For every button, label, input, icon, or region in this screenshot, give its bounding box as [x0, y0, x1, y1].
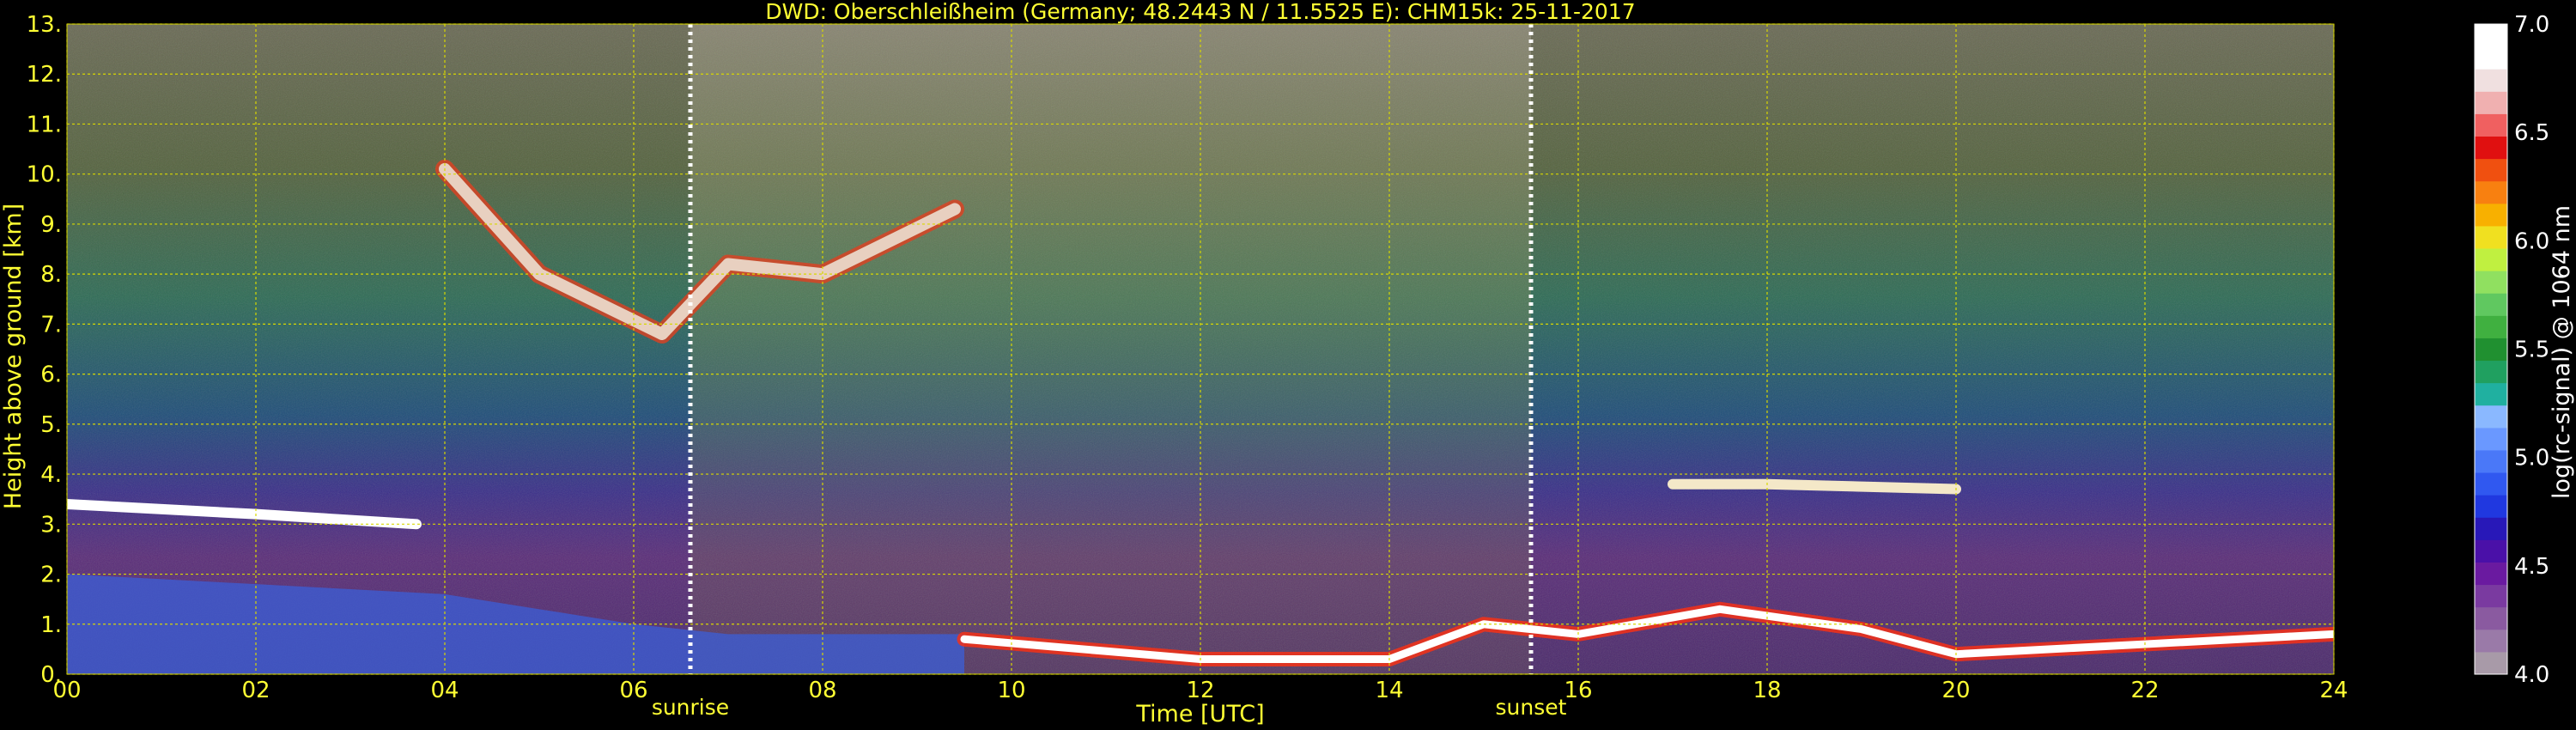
x-tick-label: 18	[1753, 678, 1781, 703]
colorbar: 4.0 4.5 5.0 5.5 6.0 6.5 7.0	[2474, 12, 2549, 688]
colorbar-swatch	[2475, 24, 2507, 47]
colorbar-swatch	[2475, 69, 2507, 92]
colorbar-swatch	[2475, 562, 2507, 586]
x-tick-label: 08	[808, 678, 836, 703]
colorbar-label: log(rc-signal) @ 1064 nm	[2549, 205, 2575, 499]
y-tick-label: 10.	[27, 162, 62, 188]
colorbar-swatch	[2475, 315, 2507, 338]
colorbar-swatch	[2475, 113, 2507, 137]
colorbar-swatch	[2475, 405, 2507, 429]
colorbar-swatch	[2475, 606, 2507, 630]
y-tick-label: 8.	[40, 262, 62, 288]
y-tick-label: 12.	[27, 62, 62, 88]
y-tick-label: 3.	[40, 512, 62, 538]
colorbar-tick-label: 5.0	[2514, 446, 2549, 471]
colorbar-swatch	[2475, 180, 2507, 204]
colorbar-swatch	[2475, 248, 2507, 271]
colorbar-swatch	[2475, 472, 2507, 496]
colorbar-swatch	[2475, 271, 2507, 294]
colorbar-swatch	[2475, 629, 2507, 653]
x-tick-label: 00	[52, 678, 81, 703]
sunrise-label: sunrise	[652, 695, 729, 720]
x-tick-labels: 00 02 04 06 08 10 12 14 16 18 20 22 24	[52, 678, 2348, 703]
y-tick-label: 5.	[40, 412, 62, 438]
x-tick-label: 04	[430, 678, 459, 703]
colorbar-swatch	[2475, 427, 2507, 451]
sunset-label: sunset	[1496, 695, 1567, 720]
colorbar-swatch	[2475, 203, 2507, 227]
chart-title: DWD: Oberschleißheim (Germany; 48.2443 N…	[765, 0, 1635, 24]
colorbar-swatch	[2475, 449, 2507, 473]
colorbar-swatch	[2475, 360, 2507, 384]
x-tick-label: 02	[241, 678, 270, 703]
colorbar-tick-label: 6.0	[2514, 228, 2549, 254]
x-tick-label: 16	[1564, 678, 1592, 703]
colorbar-swatch	[2475, 293, 2507, 316]
colorbar-swatch	[2475, 136, 2507, 160]
colorbar-swatch	[2475, 225, 2507, 249]
colorbar-swatch	[2475, 158, 2507, 182]
colorbar-swatch	[2475, 517, 2507, 540]
layer-4	[1668, 478, 1961, 495]
colorbar-swatch	[2475, 338, 2507, 362]
colorbar-tick-label: 4.5	[2514, 554, 2549, 580]
y-tick-label: 9.	[40, 212, 62, 238]
colorbar-swatch	[2475, 46, 2507, 70]
x-tick-label: 10	[997, 678, 1025, 703]
colorbar-swatch	[2475, 495, 2507, 518]
x-tick-label: 24	[2319, 678, 2348, 703]
colorbar-swatch	[2475, 539, 2507, 563]
y-tick-label: 1.	[40, 612, 62, 638]
y-tick-labels: 0.1.2.3.4.5.6.7.8.9.10.11.12.13.	[27, 12, 62, 688]
x-tick-label: 12	[1186, 678, 1214, 703]
ceilometer-chart: sunrise sunset DWD: Oberschleißheim (Germ…	[0, 0, 2575, 727]
colorbar-swatch	[2475, 382, 2507, 406]
y-tick-label: 2.	[40, 563, 62, 588]
colorbar-tick-label: 4.0	[2514, 662, 2549, 688]
y-axis-label: Height above ground [km]	[0, 204, 27, 509]
y-tick-label: 6.	[40, 362, 62, 388]
y-tick-label: 11.	[27, 112, 62, 137]
colorbar-swatch	[2475, 651, 2507, 675]
colorbar-tick-label: 7.0	[2514, 12, 2549, 38]
colorbar-swatch	[2475, 584, 2507, 608]
x-tick-label: 14	[1375, 678, 1403, 703]
x-tick-label: 20	[1941, 678, 1970, 703]
colorbar-swatch	[2475, 91, 2507, 114]
x-axis-label: Time [UTC]	[1135, 701, 1264, 727]
y-tick-label: 13.	[27, 12, 62, 38]
colorbar-tick-label: 6.5	[2514, 120, 2549, 146]
colorbar-tick-label: 5.5	[2514, 338, 2549, 363]
x-tick-label: 06	[619, 678, 647, 703]
y-tick-label: 7.	[40, 312, 62, 338]
y-tick-label: 4.	[40, 462, 62, 488]
x-tick-label: 22	[2130, 678, 2159, 703]
